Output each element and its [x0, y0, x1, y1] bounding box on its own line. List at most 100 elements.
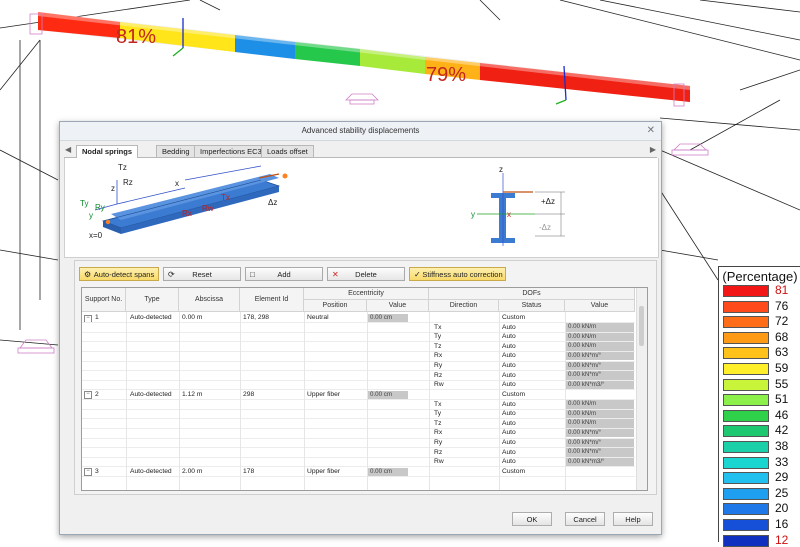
dof-value: 0.00 kN/m — [566, 400, 634, 409]
legend-swatch — [723, 394, 769, 407]
section-label-minus-dz: -Δz — [539, 223, 551, 232]
legend-row: 20 — [719, 499, 800, 516]
legend-swatch — [723, 472, 769, 485]
legend-row: 76 — [719, 297, 800, 313]
supports-grid[interactable]: Support No. Type Abscissa Element Id Eccentr… — [81, 287, 648, 491]
row-divider — [82, 418, 635, 420]
support-no-header[interactable]: Support No. — [82, 288, 126, 312]
legend-row: 29 — [719, 468, 800, 485]
row-divider — [82, 341, 635, 343]
legend-row: 42 — [719, 421, 800, 438]
legend-value: 59 — [775, 361, 789, 375]
checkmark-icon: ✓ — [414, 270, 421, 279]
axis-label-z: z — [111, 184, 115, 193]
legend-swatch — [723, 409, 769, 422]
tab-bedding[interactable]: Bedding — [156, 145, 196, 157]
stability-dialog: Advanced stability displacements ✕ ◀ Nod… — [59, 121, 662, 535]
auto-detect-spans-button[interactable]: ⚙ Auto-detect spans — [79, 267, 159, 281]
legend-value: 16 — [775, 517, 789, 531]
legend-row: 59 — [719, 359, 800, 375]
dof-value: 0.00 kN*m/° — [566, 448, 634, 457]
eccentricity-value: 0.00 cm — [368, 467, 408, 476]
legend-swatch — [723, 425, 769, 438]
legend-swatch — [723, 519, 769, 531]
tab-loads-offset[interactable]: Loads offset — [261, 145, 314, 157]
legend-value: 33 — [775, 454, 789, 469]
row-divider — [82, 350, 635, 352]
tab-imperfections-ec3[interactable]: Imperfections EC3 — [194, 145, 268, 157]
type-header[interactable]: Type — [126, 288, 179, 312]
legend-row: 16 — [719, 515, 800, 531]
status-header[interactable]: Status — [499, 300, 565, 312]
add-button[interactable]: □ Add — [245, 267, 323, 281]
reset-label: Reset — [192, 270, 212, 279]
axis-label-tx: Tx — [221, 193, 230, 202]
legend-swatch — [723, 316, 769, 329]
legend-value: 20 — [775, 501, 789, 516]
reset-button[interactable]: ⟳ Reset — [163, 267, 241, 281]
ecc-value-header[interactable]: Value — [367, 300, 429, 312]
axis-label-rz: Rz — [123, 178, 133, 187]
abscissa-header[interactable]: Abscissa — [179, 288, 240, 312]
delete-button[interactable]: ✕ Delete — [327, 267, 405, 281]
help-button[interactable]: Help — [613, 512, 653, 526]
element-id-header[interactable]: Element Id — [240, 288, 304, 312]
delete-icon: ✕ — [332, 270, 339, 279]
legend-swatch — [723, 503, 769, 516]
section-label-x: x — [507, 210, 511, 219]
legend-swatch — [723, 378, 769, 391]
eccentricity-value: 0.00 cm — [368, 313, 408, 322]
legend-swatch — [723, 363, 769, 375]
grid-vertical-scrollbar[interactable] — [636, 288, 647, 490]
legend-swatch — [723, 285, 769, 297]
legend-swatch — [723, 487, 769, 500]
dof-value: 0.00 kN/m — [566, 342, 634, 351]
row-divider — [82, 447, 635, 449]
position-header[interactable]: Position — [304, 300, 367, 312]
supports-panel: ⚙ Auto-detect spans ⟳ Reset □ Add ✕ Dele… — [74, 260, 657, 495]
column-divider — [565, 312, 566, 490]
legend-value: 63 — [775, 345, 789, 360]
tab-scroll-right-icon[interactable]: ▶ — [650, 145, 656, 154]
grid-scroll-thumb[interactable] — [639, 306, 644, 346]
axis-label-ty: Ty — [80, 199, 88, 208]
column-divider — [304, 312, 305, 490]
stiffness-auto-correction-toggle[interactable]: ✓ Stiffness auto correction — [409, 267, 506, 281]
auto-detect-icon: ⚙ — [84, 270, 92, 279]
add-label: Add — [277, 270, 291, 279]
direction-header[interactable]: Direction — [429, 300, 499, 312]
column-divider — [499, 312, 500, 490]
eccentricity-value: 0.00 cm — [368, 390, 408, 399]
legend-row: 63 — [719, 343, 800, 360]
close-icon[interactable]: ✕ — [647, 122, 655, 140]
springs-illustration-panel: Tz Rz x z Ty Ry y Rx Rw Tx Δz x=0 z +Δz … — [64, 158, 659, 258]
column-divider — [429, 312, 430, 490]
ok-button[interactable]: OK — [512, 512, 552, 526]
beam-illustration: Tz Rz x z Ty Ry y Rx Rw Tx Δz x=0 z +Δz … — [80, 163, 565, 246]
legend-row: 55 — [719, 375, 800, 391]
dof-value-header[interactable]: Value — [565, 300, 635, 312]
delete-label: Delete — [355, 270, 377, 279]
legend-row: 81 — [719, 281, 800, 297]
legend-value: 55 — [775, 376, 789, 391]
dof-value: 0.00 kN*m/° — [566, 371, 634, 380]
dof-value: 0.00 kN*m/° — [566, 352, 634, 361]
tab-nodal-springs[interactable]: Nodal springs — [76, 145, 139, 158]
beam-label-end: 79% — [426, 64, 467, 86]
legend-value: 51 — [775, 392, 789, 407]
legend-value: 29 — [775, 470, 789, 485]
legend-value: 25 — [775, 485, 789, 500]
legend-row: 33 — [719, 453, 800, 469]
reset-icon: ⟳ — [168, 270, 175, 279]
dof-value: 0.00 kN/m — [566, 409, 634, 419]
tab-scroll-left-icon[interactable]: ◀ — [65, 145, 71, 154]
dof-value: 0.00 kN*m/° — [566, 438, 634, 448]
dof-value: 0.00 kN/m — [566, 332, 634, 342]
cancel-button[interactable]: Cancel — [565, 512, 605, 526]
legend-value: 12 — [775, 532, 789, 547]
dof-value: 0.00 kN*m3/° — [566, 457, 634, 467]
row-divider — [82, 456, 635, 458]
dialog-titlebar[interactable]: Advanced stability displacements ✕ — [60, 122, 661, 141]
legend-row: 68 — [719, 328, 800, 344]
legend-value: 72 — [775, 314, 789, 329]
